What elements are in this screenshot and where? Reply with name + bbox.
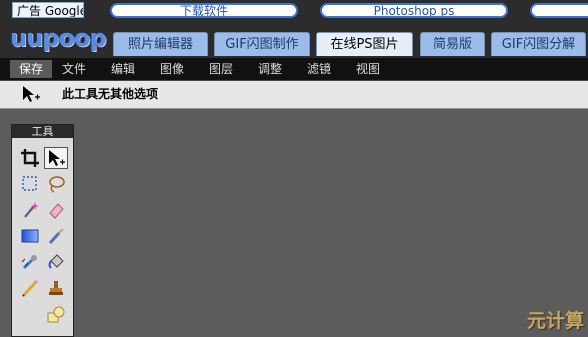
pencil-icon[interactable]: [18, 277, 42, 299]
menu-edit[interactable]: 编辑: [104, 60, 142, 78]
paint-bucket-icon[interactable]: [44, 251, 68, 273]
stamp-icon[interactable]: [44, 277, 68, 299]
ad-label[interactable]: 广告 Google: [12, 2, 84, 18]
top-bar: 广告 Google 下载软件 Photoshop ps uupoop 照片编辑器…: [0, 0, 588, 58]
menu-view[interactable]: 视图: [349, 60, 387, 78]
tool-panel-title: 工具: [12, 125, 73, 138]
tab-online-ps[interactable]: 在线PS图片: [316, 32, 413, 56]
shape-icon[interactable]: [44, 303, 68, 325]
magic-wand-icon[interactable]: [18, 199, 42, 221]
tab-gif-maker[interactable]: GIF闪图制作: [214, 32, 310, 56]
move-icon[interactable]: [44, 147, 68, 169]
eraser-icon[interactable]: [44, 199, 68, 221]
lasso-icon[interactable]: [44, 173, 68, 195]
marquee-icon[interactable]: [18, 173, 42, 195]
download-software-link[interactable]: 下载软件: [110, 3, 298, 18]
gradient-icon[interactable]: [18, 225, 42, 247]
clone-stamp-icon[interactable]: [18, 251, 42, 273]
brush-icon[interactable]: [44, 225, 68, 247]
top-link-partial[interactable]: [530, 3, 588, 18]
crop-icon[interactable]: [18, 147, 42, 169]
menu-filter[interactable]: 滤镜: [300, 60, 338, 78]
photoshop-ps-link[interactable]: Photoshop ps: [320, 3, 508, 18]
menu-layer[interactable]: 图层: [202, 60, 240, 78]
tab-photo-editor[interactable]: 照片编辑器: [113, 32, 208, 56]
logo-text: uupoop: [10, 24, 107, 52]
options-message: 此工具无其他选项: [62, 87, 159, 101]
menu-bar: 保存 文件 编辑 图像 图层 调整 滤镜 视图: [0, 58, 588, 81]
site-logo[interactable]: uupoop: [10, 24, 107, 54]
menu-adjust[interactable]: 调整: [251, 60, 289, 78]
watermark: 元计算: [526, 310, 584, 332]
options-bar: 此工具无其他选项: [0, 81, 588, 109]
tab-simple-version[interactable]: 简易版: [420, 32, 485, 56]
menu-save[interactable]: 保存: [10, 60, 52, 78]
menu-file[interactable]: 文件: [55, 60, 93, 78]
menu-image[interactable]: 图像: [153, 60, 191, 78]
move-tool-icon: [20, 85, 40, 103]
tool-panel: 工具: [11, 124, 74, 337]
tab-gif-split[interactable]: GIF闪图分解: [491, 32, 586, 56]
